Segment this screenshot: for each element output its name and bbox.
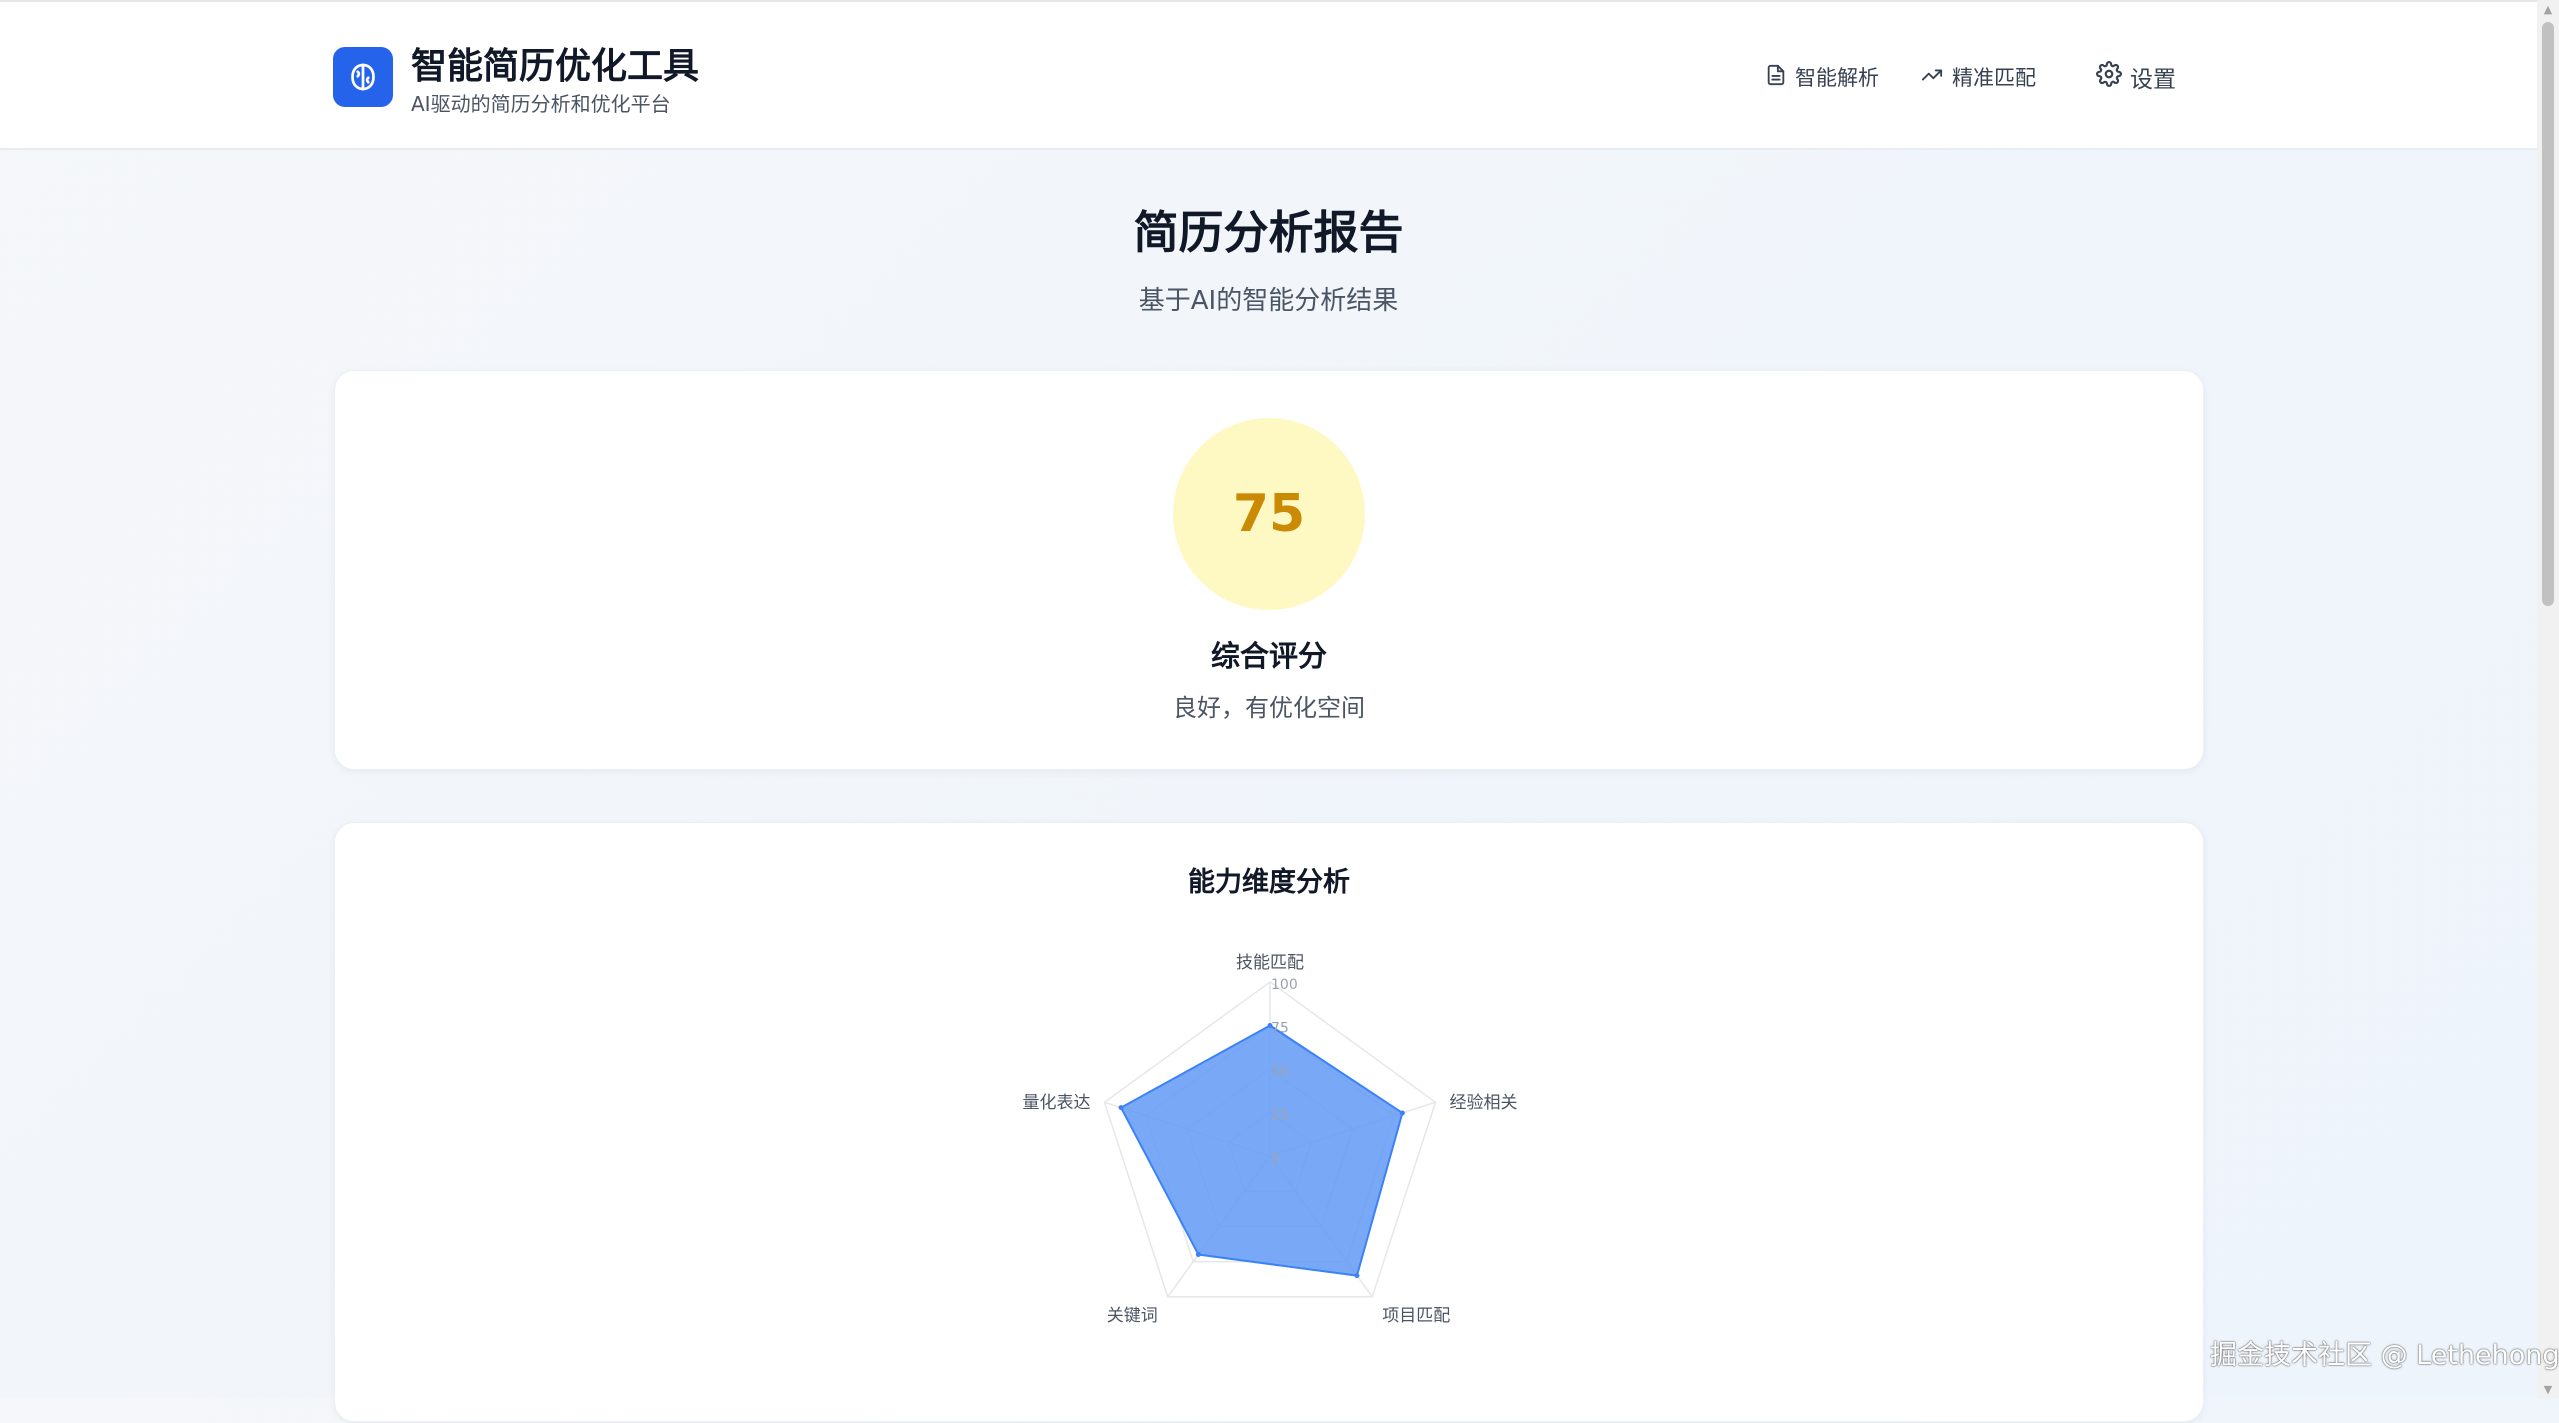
radar-category-label: 关键词: [1107, 1306, 1158, 1326]
scrollbar[interactable]: ▲ ▼: [2537, 0, 2559, 1398]
watermark: 掘金技术社区 @ Lethehong: [2210, 1340, 2559, 1371]
radar-category-label: 项目匹配: [1382, 1306, 1450, 1326]
trending-up-icon: [1920, 64, 1944, 91]
radar-category-label: 量化表达: [1023, 1093, 1091, 1113]
nav-smart-parse[interactable]: 智能解析: [1765, 60, 1879, 94]
score-label: 综合评分: [1210, 639, 1327, 673]
radar-category-label: 技能匹配: [1236, 953, 1304, 973]
score-description: 良好，有优化空间: [1173, 694, 1365, 722]
radar-chart: 0 25 50 75 100 技能匹配经验相关项目匹配 关键词 量化表达: [1023, 953, 1518, 1326]
nav-precise-match[interactable]: 精准匹配: [1920, 60, 2036, 94]
scroll-thumb[interactable]: [2542, 22, 2554, 606]
scroll-up-arrow-icon[interactable]: ▲: [2537, 0, 2559, 18]
scroll-down-arrow-icon[interactable]: ▼: [2537, 1380, 2559, 1398]
radar-tick-label: 100: [1271, 977, 1298, 993]
score-card: 75 综合评分 良好，有优化空间: [334, 370, 2204, 770]
radar-category-label: 经验相关: [1449, 1093, 1517, 1113]
radar-tick-label: 0: [1271, 1151, 1280, 1167]
radar-tick-label: 25: [1271, 1108, 1289, 1124]
nav-settings[interactable]: 设置: [2096, 60, 2176, 94]
gear-icon: [2096, 61, 2122, 93]
radar-series-area: [1119, 1024, 1404, 1277]
app-title: 智能简历优化工具: [411, 46, 700, 87]
radar-data-point: [1399, 1110, 1405, 1116]
radar-data-point: [1195, 1252, 1201, 1258]
radar-data-point: [1118, 1105, 1124, 1111]
radar-card: 能力维度分析 0 25 50 75 100 技能匹配 经验相关 项目匹配 关键词 量化表达: [334, 822, 2204, 1422]
page-title: 简历分析报告: [1133, 206, 1404, 259]
radar-data-point: [1354, 1273, 1360, 1279]
nav-label: 设置: [2130, 67, 2176, 93]
app-header: 智能简历优化工具 AI驱动的简历分析和优化平台 智能解析 精准匹配 设置: [0, 0, 2537, 150]
page-subtitle: 基于AI的智能分析结果: [1138, 286, 1399, 316]
nav-label: 精准匹配: [1952, 66, 2036, 90]
radar-tick-label: 50: [1271, 1064, 1289, 1080]
app-subtitle: AI驱动的简历分析和优化平台: [411, 92, 671, 116]
nav-label: 智能解析: [1795, 66, 1879, 90]
brain-logo-icon: [333, 47, 393, 107]
radar-tick-label: 75: [1271, 1021, 1289, 1037]
document-icon: [1765, 64, 1787, 91]
score-circle: 75: [1173, 418, 1365, 610]
